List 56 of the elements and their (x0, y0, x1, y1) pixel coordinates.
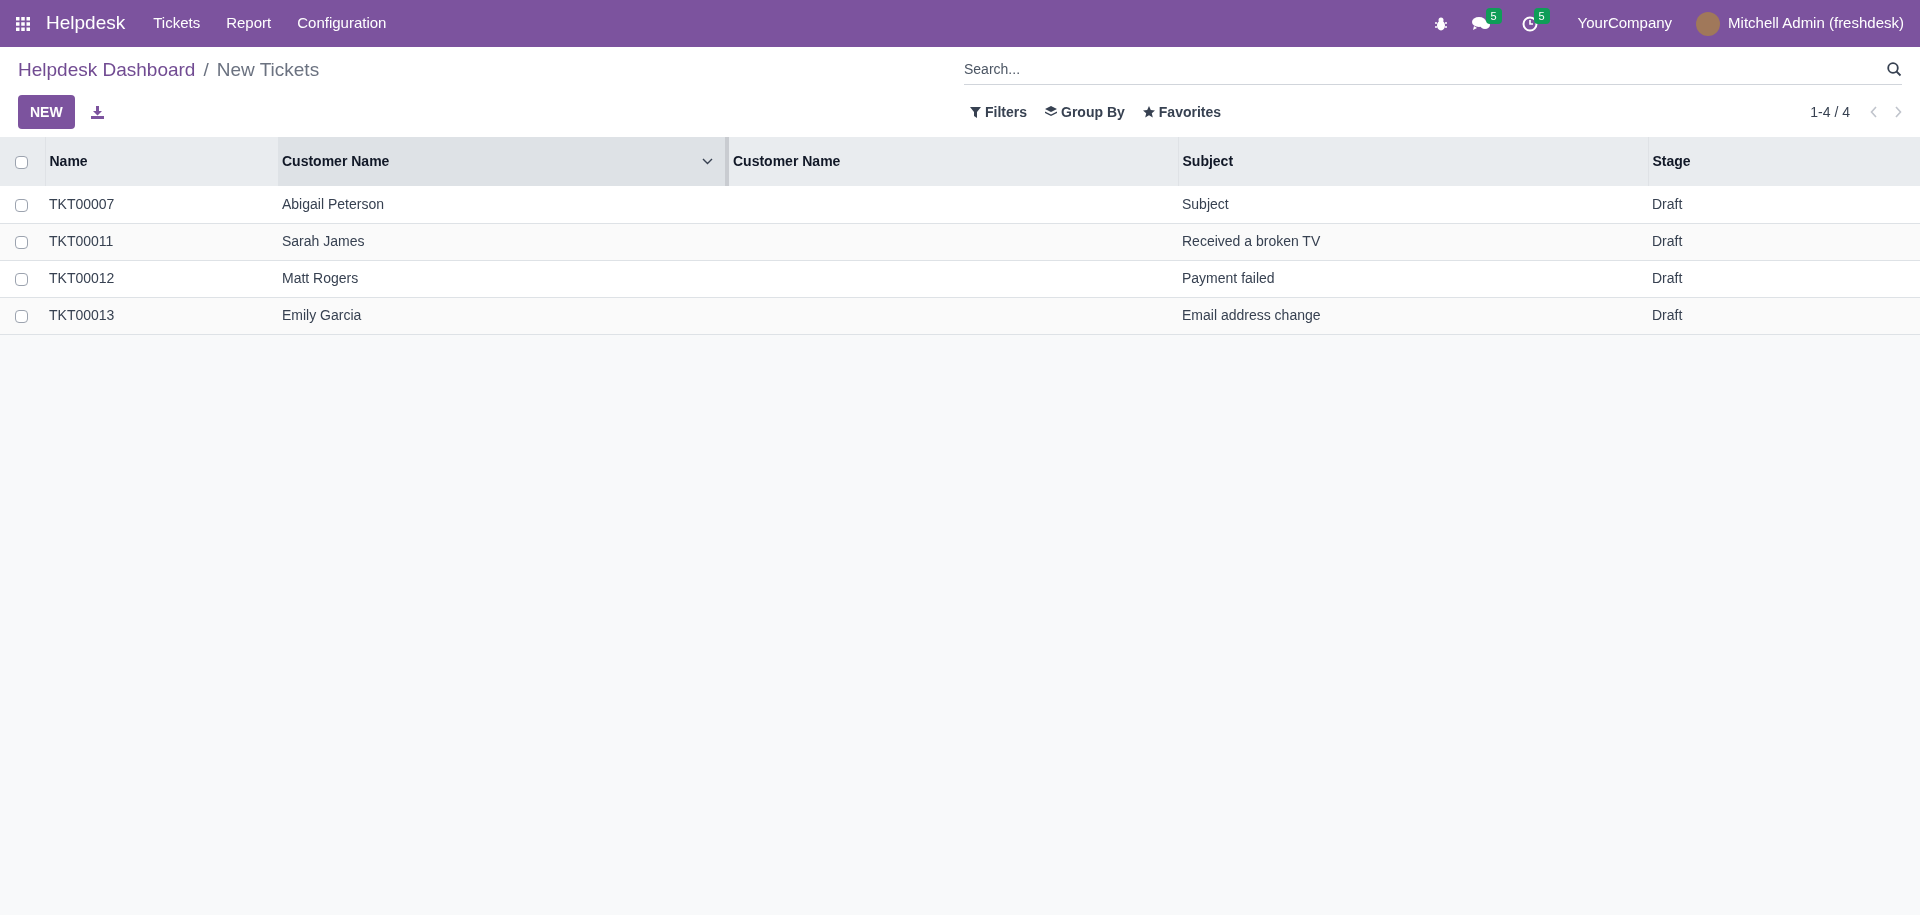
table-cell: Email address change (1182, 307, 1321, 323)
search-icon[interactable] (1887, 62, 1902, 77)
app-name[interactable]: Helpdesk (46, 9, 126, 38)
search-field[interactable]: Search... (964, 59, 1887, 80)
table-cell: Abigail Peterson (282, 195, 384, 212)
column-header[interactable]: Subject (1178, 137, 1648, 186)
checkbox[interactable] (15, 235, 28, 249)
table-cell: TKT00013 (49, 307, 115, 323)
table-cell: Draft (1652, 307, 1683, 323)
new-button[interactable]: NEW (18, 95, 75, 129)
column-header[interactable]: Name (45, 137, 278, 186)
avatar[interactable] (1696, 11, 1721, 36)
chat-icon[interactable] (1471, 16, 1490, 31)
menu-item[interactable]: Report (226, 12, 272, 35)
user-menu[interactable]: Mitchell Admin (freshdesk) (1728, 12, 1904, 35)
table-cell: TKT00011 (49, 233, 114, 249)
menu-item[interactable]: Configuration (297, 12, 387, 35)
column-header[interactable]: Stage (1648, 137, 1920, 186)
checkbox[interactable] (15, 272, 28, 286)
column-header[interactable]: Customer Name (278, 137, 727, 186)
table-cell: Received a broken TV (1182, 233, 1321, 249)
clock-icon[interactable] (1521, 15, 1538, 32)
breadcrumb-link[interactable]: Helpdesk Dashboard (18, 55, 196, 85)
notification-badge: 5 (1533, 7, 1550, 24)
checkbox[interactable] (15, 309, 28, 323)
table-cell: Payment failed (1182, 270, 1275, 286)
table-cell: Sarah James (282, 233, 365, 249)
table-cell: TKT00007 (49, 195, 115, 212)
pager-value[interactable]: 1-4 / 4 (1810, 101, 1850, 123)
table-cell: TKT00012 (49, 270, 115, 286)
table-cell: Matt Rogers (282, 270, 359, 286)
star-icon (1142, 106, 1155, 118)
apps-menu-icon[interactable] (16, 16, 30, 31)
breadcrumb-separator: / (203, 57, 209, 82)
checkbox[interactable] (15, 155, 28, 169)
table-cell: Subject (1182, 195, 1229, 212)
chevron-right-icon[interactable] (1894, 106, 1902, 118)
chevron-down-icon[interactable] (702, 158, 713, 165)
table-cell: Draft (1652, 270, 1683, 286)
notification-badge: 5 (1485, 8, 1502, 24)
column-header[interactable]: Customer Name (727, 137, 1178, 186)
breadcrumb-current: New Tickets (216, 57, 320, 82)
menu-item[interactable]: Tickets (153, 12, 201, 35)
chevron-left-icon[interactable] (1870, 106, 1878, 118)
download-icon[interactable] (90, 105, 104, 119)
layers-icon (1045, 106, 1057, 118)
company-switcher[interactable]: YourCompany (1577, 12, 1673, 35)
filters-button[interactable]: Filters (970, 101, 1027, 123)
checkbox[interactable] (15, 198, 28, 212)
group-by-button[interactable]: Group By (1045, 101, 1125, 123)
table-cell: Draft (1652, 233, 1683, 249)
filter-icon (970, 106, 981, 118)
table-cell: Emily Garcia (282, 307, 362, 323)
favorites-button[interactable]: Favorites (1142, 101, 1222, 123)
bug-icon[interactable] (1433, 16, 1448, 31)
table-cell: Draft (1652, 195, 1683, 212)
